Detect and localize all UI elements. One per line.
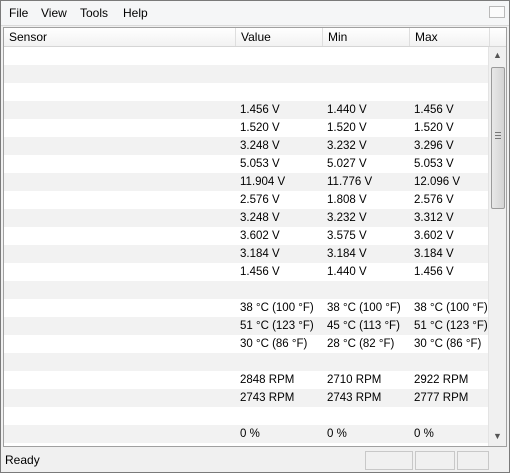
sensor-max: 3.184 V [414, 248, 454, 260]
sensor-row[interactable]: CPU1.456 V1.440 V1.456 V [4, 263, 488, 281]
sensor-row[interactable]: +5V5.053 V5.027 V5.053 V [4, 155, 488, 173]
sensor-row[interactable]: VIN63.248 V3.232 V3.312 V [4, 209, 488, 227]
column-max[interactable]: Max [410, 28, 490, 46]
sensor-row[interactable]: FANPWM00 %0 %0 % [4, 425, 488, 443]
sensor-row[interactable]: +5V VCCH3.602 V3.575 V3.602 V [4, 227, 488, 245]
column-value[interactable]: Value [236, 28, 323, 46]
sensor-max: 3.602 V [414, 230, 454, 242]
sensor-value: 3.248 V [240, 140, 280, 152]
sensor-min: 1.520 V [327, 122, 367, 134]
sensor-row[interactable]: VIN52.576 V1.808 V2.576 V [4, 191, 488, 209]
sensor-max: 1.456 V [414, 104, 454, 116]
sensor-row[interactable]: CPU51 °C (123 °F)45 °C (113 °F)51 °C (12… [4, 317, 488, 335]
status-pane-1 [365, 451, 413, 470]
sensor-min: 11.776 V [327, 176, 373, 188]
sensor-max: 3.312 V [414, 212, 454, 224]
sensor-min: 3.184 V [327, 248, 367, 260]
column-min[interactable]: Min [323, 28, 410, 46]
sensor-value: 3.184 V [240, 248, 280, 260]
sensor-max: 0 % [414, 428, 434, 440]
sensor-min: 0 % [327, 428, 347, 440]
sensor-min: 3.232 V [327, 140, 367, 152]
sensor-row[interactable]: System 138 °C (100 °F)38 °C (100 °F)38 °… [4, 299, 488, 317]
sensor-max: 1.520 V [414, 122, 454, 134]
sensor-value: 2743 RPM [240, 392, 295, 404]
column-header: Sensor Value Min Max [4, 28, 506, 47]
sensor-max: 30 °C (86 °F) [414, 338, 482, 350]
status-text: Ready [5, 453, 40, 467]
status-pane-2 [415, 451, 455, 470]
scroll-thumb[interactable] [491, 67, 505, 209]
sensor-value: 0 % [240, 428, 260, 440]
sensor-value: 2848 RPM [240, 374, 295, 386]
tree-node-computer[interactable]: −MATRIX-KOMPUTER [4, 47, 488, 65]
sensor-value: 1.520 V [240, 122, 280, 134]
sensor-min: 28 °C (82 °F) [327, 338, 395, 350]
menu-bar: File View Tools Help [1, 1, 509, 26]
sensor-row[interactable]: System 230 °C (86 °F)28 °C (82 °F)30 °C … [4, 335, 488, 353]
sensor-row[interactable]: FANIN02848 RPM2710 RPM2922 RPM [4, 371, 488, 389]
sensor-max: 1.456 V [414, 266, 454, 278]
sensor-max: 2.576 V [414, 194, 454, 206]
sensor-min: 2743 RPM [327, 392, 382, 404]
sensor-min: 38 °C (100 °F) [327, 302, 401, 314]
sensor-value: 30 °C (86 °F) [240, 338, 308, 350]
sensor-min: 5.027 V [327, 158, 367, 170]
column-sensor[interactable]: Sensor [4, 28, 236, 46]
sensor-min: 3.575 V [327, 230, 367, 242]
hwmonitor-window: File View Tools Help Sensor Value Min Ma… [0, 0, 510, 473]
sensor-row[interactable]: CPU VCORE1.456 V1.440 V1.456 V [4, 101, 488, 119]
sensor-max: 3.296 V [414, 140, 454, 152]
scroll-down-arrow-icon[interactable]: ▼ [492, 431, 503, 442]
sensor-min: 2710 RPM [327, 374, 382, 386]
tree-node-fans[interactable]: −Fans [4, 353, 488, 371]
sensor-max: 5.053 V [414, 158, 454, 170]
menu-tools[interactable]: Tools [80, 6, 108, 20]
scroll-up-arrow-icon[interactable]: ▲ [492, 50, 503, 61]
tree-node-board[interactable]: −Gigabyte Technology Co. Ltd... [4, 65, 488, 83]
sensor-row[interactable]: FANIN22743 RPM2743 RPM2777 RPM [4, 389, 488, 407]
sensor-value: 5.053 V [240, 158, 280, 170]
sensor-max: 38 °C (100 °F) [414, 302, 488, 314]
vertical-scrollbar[interactable]: ▲ ▼ [488, 47, 506, 446]
sensor-row[interactable]: +3.3V3.248 V3.232 V3.296 V [4, 137, 488, 155]
sensor-row[interactable]: VBAT3.184 V3.184 V3.184 V [4, 245, 488, 263]
sensor-min: 1.808 V [327, 194, 367, 206]
sensor-min: 1.440 V [327, 104, 367, 116]
sensor-min: 45 °C (113 °F) [327, 320, 400, 332]
sensor-value: 11.904 V [240, 176, 286, 188]
sensor-value: 3.602 V [240, 230, 280, 242]
menu-view[interactable]: View [41, 6, 67, 20]
sensor-min: 3.232 V [327, 212, 367, 224]
tree-node-temperatures[interactable]: −Temperatures [4, 281, 488, 299]
tree-node-voltages[interactable]: −Voltages [4, 83, 488, 101]
menu-file[interactable]: File [9, 6, 28, 20]
sensor-value: 3.248 V [240, 212, 280, 224]
sensor-max: 2922 RPM [414, 374, 469, 386]
sensor-max: 12.096 V [414, 176, 461, 188]
sensor-max: 2777 RPM [414, 392, 469, 404]
sensor-min: 1.440 V [327, 266, 367, 278]
tree-node-fanspwm[interactable]: −Fans PWM [4, 407, 488, 425]
sensor-row[interactable]: +12V11.904 V11.776 V12.096 V [4, 173, 488, 191]
sensor-value: 1.456 V [240, 104, 280, 116]
sensor-value: 1.456 V [240, 266, 280, 278]
menu-overflow-button[interactable] [489, 6, 505, 18]
status-pane-3 [457, 451, 489, 470]
sensor-rows: −MATRIX-KOMPUTER−Gigabyte Technology Co.… [4, 47, 488, 446]
sensor-tree-view[interactable]: Sensor Value Min Max −MATRIX-KOMPUTER−Gi… [3, 27, 507, 447]
sensor-value: 2.576 V [240, 194, 280, 206]
menu-help[interactable]: Help [123, 6, 148, 20]
sensor-row[interactable]: DDR1.520 V1.520 V1.520 V [4, 119, 488, 137]
sensor-value: 51 °C (123 °F) [240, 320, 314, 332]
status-bar: Ready [1, 448, 509, 472]
sensor-max: 51 °C (123 °F) [414, 320, 488, 332]
sensor-value: 38 °C (100 °F) [240, 302, 314, 314]
